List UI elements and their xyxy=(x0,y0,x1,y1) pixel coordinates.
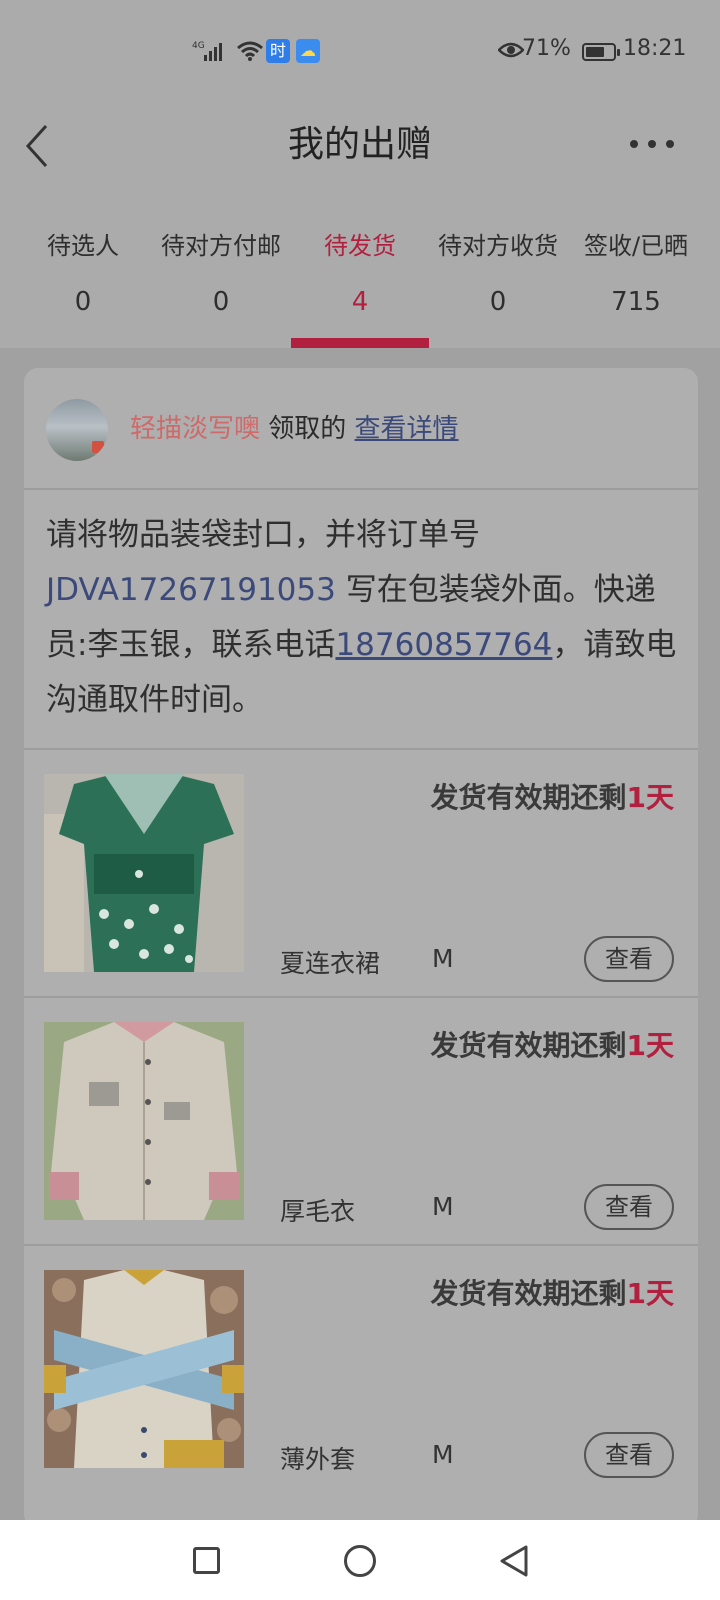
tab-label: 待对方收货 xyxy=(438,232,558,260)
tab-label: 待选人 xyxy=(47,232,119,260)
tab-received-shared[interactable]: 签收/已晒 715 xyxy=(566,210,706,317)
avatar-badge-icon xyxy=(92,441,104,453)
app-notification-icon: 时 xyxy=(266,39,290,63)
list-item: 发货有效期还剩1天 夏连衣裙 M 查看 xyxy=(24,748,698,996)
avatar[interactable] xyxy=(46,399,108,461)
item-size: M xyxy=(432,944,454,973)
ship-deadline: 发货有效期还剩1天 xyxy=(431,1272,675,1312)
tab-pending-postage[interactable]: 待对方付邮 0 xyxy=(151,210,291,317)
status-bar: 4G 时 ☁ 71% 18:21 xyxy=(0,0,720,100)
view-detail-link[interactable]: 查看详情 xyxy=(355,414,459,444)
item-size: M xyxy=(432,1192,454,1221)
back-triangle-icon[interactable] xyxy=(498,1544,530,1582)
recent-apps-icon[interactable] xyxy=(193,1547,220,1574)
deadline-label: 发货有效期还剩 xyxy=(430,781,627,814)
tab-count: 715 xyxy=(611,287,661,317)
receiver-suffix: 领取的 xyxy=(260,414,355,444)
shipping-notice: 请将物品装袋封口，并将订单号 JDVA17267191053 写在包装袋外面。快… xyxy=(46,508,686,728)
view-button[interactable]: 查看 xyxy=(584,1184,674,1230)
page-title: 我的出赠 xyxy=(287,124,432,165)
signal-icon: 4G xyxy=(192,40,226,66)
item-thumbnail[interactable] xyxy=(44,1022,244,1220)
battery-icon xyxy=(582,43,620,61)
item-name: 夏连衣裙 xyxy=(280,949,381,978)
item-size: M xyxy=(432,1440,454,1469)
tab-pending-shipment[interactable]: 待发货 4 xyxy=(290,210,430,317)
wifi-icon xyxy=(236,40,264,66)
deadline-label: 发货有效期还剩 xyxy=(430,1277,627,1310)
item-thumbnail[interactable] xyxy=(44,1270,244,1468)
order-number: JDVA17267191053 xyxy=(46,572,336,608)
item-name: 厚毛衣 xyxy=(280,1197,356,1226)
svg-text:4G: 4G xyxy=(192,41,205,51)
battery-percent: 71% xyxy=(522,36,571,61)
shipment-card: 轻描淡写噢 领取的 查看详情 请将物品装袋封口，并将订单号 JDVA172671… xyxy=(24,368,698,1528)
tab-count: 4 xyxy=(351,287,369,317)
deadline-days: 1天 xyxy=(626,1277,674,1310)
receiver-info: 轻描淡写噢 领取的 查看详情 xyxy=(130,408,459,445)
receiver-row: 轻描淡写噢 领取的 查看详情 xyxy=(24,368,698,490)
more-dots-icon xyxy=(630,140,638,148)
deadline-days: 1天 xyxy=(626,1029,674,1062)
list-item: 发货有效期还剩1天 薄外套 M 查看 xyxy=(24,1244,698,1492)
tab-pending-select[interactable]: 待选人 0 xyxy=(13,210,153,317)
tab-count: 0 xyxy=(74,287,92,317)
tab-label: 待对方付邮 xyxy=(161,232,281,260)
weather-icon: ☁ xyxy=(296,39,320,63)
ship-deadline: 发货有效期还剩1天 xyxy=(431,776,675,816)
deadline-days: 1天 xyxy=(626,781,674,814)
list-item: 发货有效期还剩1天 厚毛衣 M 查看 xyxy=(24,996,698,1244)
tab-label: 待发货 xyxy=(324,232,396,260)
more-button[interactable] xyxy=(624,118,680,166)
notice-text: 请将物品装袋封口，并将订单号 xyxy=(46,517,480,553)
receiver-name[interactable]: 轻描淡写噢 xyxy=(130,414,260,444)
view-button[interactable]: 查看 xyxy=(584,936,674,982)
app-header: 我的出赠 xyxy=(0,100,720,200)
deadline-label: 发货有效期还剩 xyxy=(430,1029,627,1062)
item-thumbnail[interactable] xyxy=(44,774,244,972)
ship-deadline: 发货有效期还剩1天 xyxy=(431,1024,675,1064)
tab-pending-receipt[interactable]: 待对方收货 0 xyxy=(428,210,568,317)
tab-label: 签收/已晒 xyxy=(583,232,689,260)
tab-count: 0 xyxy=(212,287,230,317)
status-tabs: 待选人 0 待对方付邮 0 待发货 4 待对方收货 0 签收/已晒 715 xyxy=(0,210,720,350)
view-button[interactable]: 查看 xyxy=(584,1432,674,1478)
active-tab-indicator xyxy=(291,338,429,348)
item-name: 薄外套 xyxy=(280,1445,356,1474)
tab-count: 0 xyxy=(489,287,507,317)
system-nav-bar xyxy=(0,1520,720,1600)
clock: 18:21 xyxy=(623,36,687,61)
home-icon[interactable] xyxy=(344,1545,376,1577)
courier-phone-link[interactable]: 18760857764 xyxy=(335,627,552,663)
eye-comfort-icon xyxy=(497,40,525,64)
